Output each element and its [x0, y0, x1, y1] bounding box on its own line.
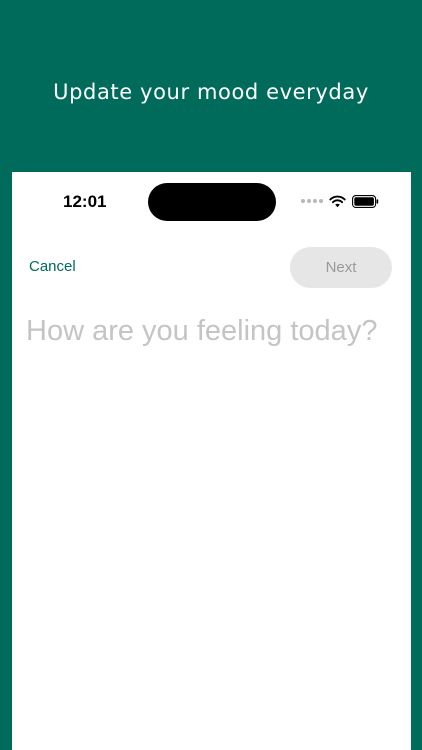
- phone-screen: 12:01 Cancel Next: [12, 172, 411, 750]
- next-button[interactable]: Next: [290, 247, 392, 288]
- cancel-button[interactable]: Cancel: [29, 258, 76, 275]
- status-icons: [301, 194, 379, 208]
- status-time: 12:01: [63, 192, 107, 211]
- battery-icon: [352, 194, 379, 208]
- dynamic-island: [148, 183, 276, 221]
- mood-input[interactable]: [26, 315, 396, 735]
- promo-headline: Update your mood everyday: [53, 80, 369, 104]
- signal-dots-icon: [301, 199, 323, 203]
- promo-frame: Update your mood everyday 12:01 Cancel N…: [0, 0, 422, 750]
- wifi-icon: [329, 195, 346, 207]
